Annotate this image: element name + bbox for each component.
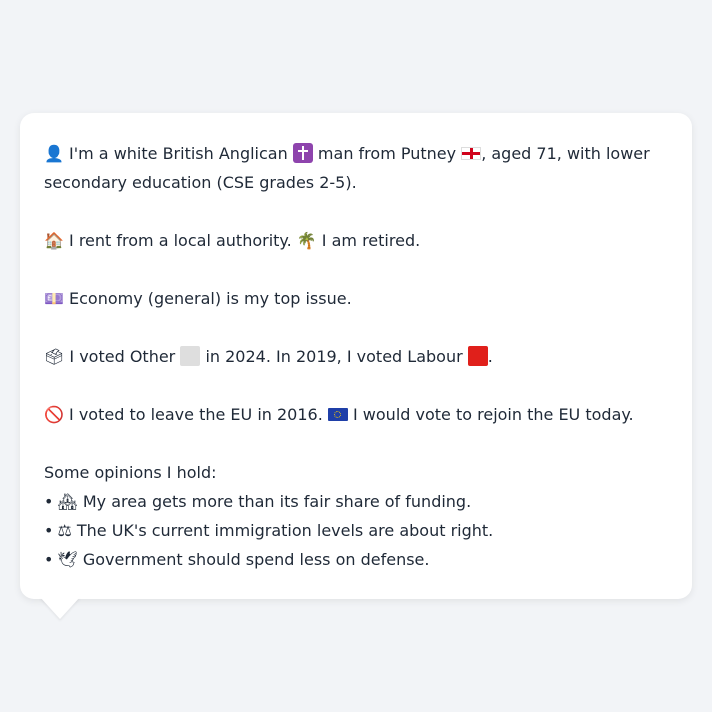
opinion-item: • ⚖ The UK's current immigration levels a… — [44, 521, 494, 540]
houses-icon: 🏘 — [57, 492, 78, 511]
eu-2016-text: I voted to leave the EU in 2016. — [69, 405, 323, 424]
opinion-text: Government should spend less on defense. — [82, 550, 430, 569]
scales-icon: ⚖ — [57, 521, 72, 540]
housing-text: I rent from a local authority. — [69, 231, 292, 250]
vote-line: 🗳 I voted Other in 2024. In 2019, I vote… — [44, 342, 668, 371]
persona-speech-bubble: 👤 I'm a white British Anglican man from … — [20, 113, 692, 599]
opinions-heading: Some opinions I hold: — [44, 463, 217, 482]
housing-line: 🏠 I rent from a local authority. 🌴 I am … — [44, 226, 668, 255]
issue-line: 💷 Economy (general) is my top issue. — [44, 284, 668, 313]
top-issue-text: Economy (general) is my top issue. — [69, 289, 352, 308]
ballot-box-icon: 🗳 — [44, 347, 65, 366]
england-flag-icon — [461, 147, 482, 160]
vote-2019-text: in 2024. In 2019, I voted Labour — [205, 347, 463, 366]
speech-bubble-tail — [40, 597, 80, 619]
eu-today-text: I would vote to rejoin the EU today. — [353, 405, 634, 424]
other-party-color-swatch — [180, 346, 201, 366]
opinion-item: • 🏘 My area gets more than its fair share… — [44, 492, 472, 511]
opinion-item: • 🕊 Government should spend less on defen… — [44, 550, 430, 569]
vote-2024-text: I voted Other — [69, 347, 176, 366]
opinion-text: My area gets more than its fair share of… — [82, 492, 472, 511]
dove-icon: 🕊 — [57, 550, 78, 569]
money-notes-icon: 💷 — [44, 289, 64, 308]
vote-end-punctuation: . — [487, 347, 493, 366]
palm-tree-icon: 🌴 — [296, 231, 317, 250]
person-silhouette-icon: 👤 — [44, 144, 64, 163]
latin-cross-icon — [292, 143, 313, 163]
prohibited-icon: 🚫 — [44, 405, 64, 424]
identity-text: I'm a white British Anglican — [69, 144, 288, 163]
house-icon: 🏠 — [44, 231, 64, 250]
hometown-text: man from Putney — [317, 144, 457, 163]
opinion-text: The UK's current immigration levels are … — [76, 521, 494, 540]
eu-flag-icon — [327, 408, 348, 421]
work-status-text: I am retired. — [321, 231, 421, 250]
labour-party-color-swatch — [467, 346, 488, 366]
eu-line: 🚫 I voted to leave the EU in 2016. I wou… — [44, 400, 668, 429]
identity-line: 👤 I'm a white British Anglican man from … — [44, 139, 668, 197]
